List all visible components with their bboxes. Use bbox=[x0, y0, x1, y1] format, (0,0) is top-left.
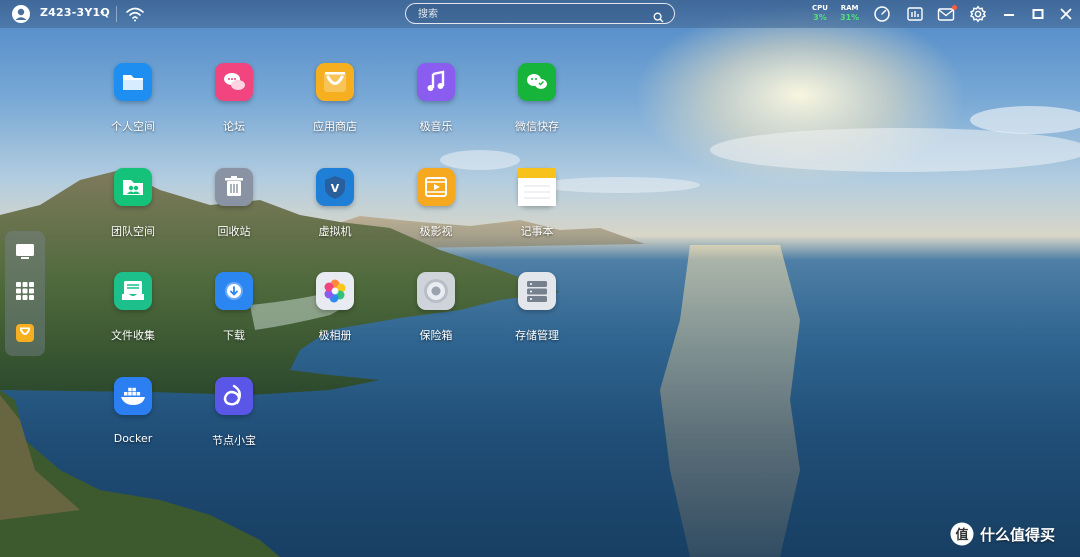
ram-meter[interactable]: RAM 31% bbox=[840, 4, 859, 22]
search-input[interactable] bbox=[416, 6, 640, 23]
server-icon bbox=[518, 272, 556, 310]
watermark-logo-icon: 值 bbox=[950, 522, 974, 546]
team-folder-icon bbox=[114, 167, 152, 206]
cpu-label: CPU bbox=[812, 4, 828, 12]
app-label: 文件收集 bbox=[111, 329, 155, 342]
svg-text:V: V bbox=[331, 182, 340, 195]
chat-bubbles-icon bbox=[215, 63, 253, 101]
app-label: 保险箱 bbox=[419, 329, 453, 342]
app-label: 论坛 bbox=[223, 120, 245, 133]
app-label: 团队空间 bbox=[111, 224, 155, 238]
docker-whale-icon bbox=[114, 376, 152, 415]
top-bar: Z423-3Y1Q ⌄ CPU 3% RAM 31% bbox=[0, 0, 1080, 28]
cpu-value: 3% bbox=[813, 13, 827, 22]
app-store-bag[interactable]: 应用商店 bbox=[285, 63, 385, 155]
app-label: Docker bbox=[113, 431, 153, 445]
app-chat-bubbles[interactable]: 论坛 bbox=[184, 63, 284, 155]
app-inbox[interactable]: 文件收集 bbox=[83, 272, 183, 364]
notification-dot bbox=[952, 5, 957, 10]
app-label: 记事本 bbox=[520, 224, 554, 238]
notepad-icon bbox=[518, 167, 556, 206]
trash-icon bbox=[215, 167, 253, 206]
app-trash[interactable]: 回收站 bbox=[184, 167, 284, 260]
app-label: 极音乐 bbox=[419, 120, 453, 133]
app-music-note[interactable]: 极音乐 bbox=[386, 63, 486, 155]
watermark-text: 什么值得买 bbox=[980, 526, 1056, 544]
maximize-icon[interactable] bbox=[1031, 5, 1045, 27]
app-notepad[interactable]: 记事本 bbox=[487, 167, 587, 260]
app-label: 微信快存 bbox=[515, 120, 559, 133]
chevron-down-icon[interactable]: ⌄ bbox=[98, 6, 106, 17]
app-label: 下载 bbox=[223, 329, 245, 342]
watermark: 值 什么值得买 bbox=[950, 520, 1075, 548]
app-download[interactable]: 下载 bbox=[184, 272, 284, 364]
app-safe-dial[interactable]: 保险箱 bbox=[386, 272, 486, 364]
download-icon bbox=[215, 272, 253, 310]
app-docker-whale[interactable]: Docker bbox=[83, 376, 183, 469]
app-label: 个人空间 bbox=[111, 120, 155, 133]
inbox-icon bbox=[114, 272, 152, 310]
wechat-icon bbox=[518, 63, 556, 101]
shield-v-icon: V bbox=[316, 167, 354, 206]
cpu-meter[interactable]: CPU 3% bbox=[812, 4, 828, 22]
gear-icon[interactable] bbox=[969, 5, 987, 27]
photo-flower-icon bbox=[316, 272, 354, 310]
app-wechat[interactable]: 微信快存 bbox=[487, 63, 587, 155]
desktop-icon[interactable] bbox=[15, 241, 35, 261]
app-photo-flower[interactable]: 极相册 bbox=[285, 272, 385, 364]
app-store-shortcut-icon[interactable] bbox=[15, 323, 35, 343]
ram-label: RAM bbox=[840, 4, 859, 12]
app-team-folder[interactable]: 团队空间 bbox=[83, 167, 183, 260]
app-server[interactable]: 存储管理 bbox=[487, 272, 587, 364]
app-label: 存储管理 bbox=[515, 329, 559, 342]
app-folder[interactable]: 个人空间 bbox=[83, 63, 183, 155]
speedometer-icon[interactable] bbox=[873, 5, 891, 27]
app-label: 节点小宝 bbox=[212, 433, 256, 447]
app-label: 回收站 bbox=[217, 224, 251, 238]
divider bbox=[116, 6, 117, 22]
app-grid-icon[interactable] bbox=[15, 281, 35, 301]
app-label: 虚拟机 bbox=[318, 224, 352, 238]
node-knot-icon bbox=[215, 376, 253, 415]
app-label: 极相册 bbox=[318, 329, 352, 342]
search-icon[interactable] bbox=[653, 8, 664, 27]
resource-monitor-icon[interactable] bbox=[906, 5, 924, 27]
search-box[interactable] bbox=[405, 3, 675, 24]
minimize-icon[interactable] bbox=[1002, 5, 1016, 27]
user-avatar-icon[interactable] bbox=[12, 5, 30, 23]
app-film[interactable]: 极影视 bbox=[386, 167, 486, 260]
left-dock bbox=[5, 231, 45, 356]
music-note-icon bbox=[417, 63, 455, 101]
close-icon[interactable] bbox=[1059, 5, 1073, 27]
app-shield-v[interactable]: V 虚拟机 bbox=[285, 167, 385, 260]
folder-icon bbox=[114, 63, 152, 101]
film-icon bbox=[417, 167, 455, 206]
app-node-knot[interactable]: 节点小宝 bbox=[184, 376, 284, 469]
ram-value: 31% bbox=[840, 13, 860, 22]
wifi-icon[interactable] bbox=[125, 4, 145, 28]
app-label: 应用商店 bbox=[313, 120, 357, 133]
safe-dial-icon bbox=[417, 272, 455, 310]
app-label: 极影视 bbox=[419, 224, 453, 238]
store-bag-icon bbox=[316, 63, 354, 101]
watermark-logo-char: 值 bbox=[955, 527, 968, 543]
